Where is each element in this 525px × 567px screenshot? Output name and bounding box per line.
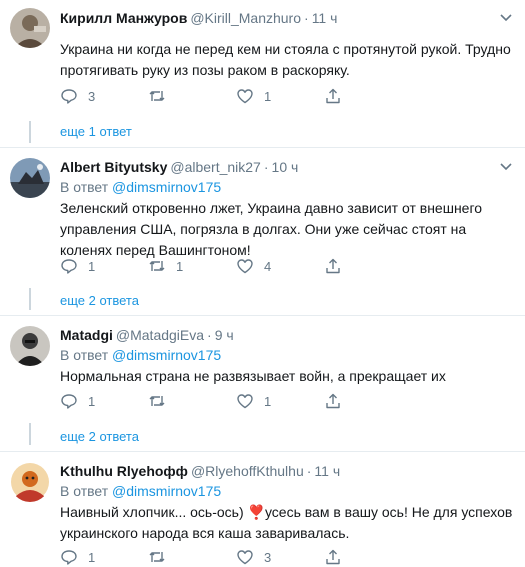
- reply-button[interactable]: 1: [60, 256, 95, 276]
- avatar[interactable]: [10, 8, 50, 48]
- separator-dot: ·: [306, 463, 312, 479]
- reply-count: 1: [88, 258, 96, 274]
- tweet-actions: 1 1: [60, 391, 360, 411]
- user-handle[interactable]: @MatadgiEva: [116, 327, 204, 343]
- retweet-icon: [149, 261, 165, 271]
- reply-icon: [61, 550, 77, 565]
- user-handle[interactable]: @albert_nik27: [170, 159, 261, 175]
- timestamp[interactable]: 10 ч: [272, 159, 299, 175]
- heart-icon: [237, 394, 253, 409]
- retweet-button[interactable]: 1: [148, 256, 183, 276]
- reply-context: В ответ @dimsmirnov175: [60, 346, 221, 364]
- tweet-header: Matadgi @MatadgiEva · 9 ч: [60, 326, 234, 344]
- separator-dot: ·: [263, 159, 269, 175]
- thread-line: [29, 423, 31, 445]
- timestamp[interactable]: 11 ч: [312, 10, 338, 26]
- user-handle[interactable]: @RlyehoffKthulhu: [191, 463, 304, 479]
- tweet-actions: 1 3: [60, 547, 360, 567]
- like-count: 3: [264, 549, 272, 565]
- reply-label: В ответ: [60, 347, 109, 363]
- chevron-down-icon[interactable]: [499, 159, 513, 173]
- tweet[interactable]: Albert Bityutsky @albert_nik27 · 10 ч В отв…: [0, 148, 525, 315]
- retweet-icon: [149, 91, 165, 101]
- reply-label: В ответ: [60, 483, 109, 499]
- heart-icon: [237, 550, 253, 565]
- tweet-text: Наивный хлопчик... ось-ось) ❣️усесь вам …: [60, 504, 513, 541]
- reply-count: 3: [88, 88, 96, 104]
- show-more-replies-link[interactable]: еще 2 ответа: [60, 293, 139, 309]
- reply-user-link[interactable]: @dimsmirnov175: [112, 483, 221, 499]
- share-button[interactable]: [324, 547, 342, 567]
- avatar[interactable]: [10, 462, 50, 502]
- like-count: 4: [264, 258, 272, 274]
- reply-count: 1: [88, 393, 96, 409]
- separator-dot: ·: [207, 327, 212, 343]
- tweet[interactable]: Кирилл Манжуров @Kirill_Manzhuro · 11 ч Укр…: [0, 0, 525, 147]
- display-name[interactable]: Kthulhu Rlyehoфф: [60, 463, 188, 479]
- replies-feed: Кирилл Манжуров @Kirill_Manzhuro · 11 ч Укр…: [0, 0, 525, 567]
- separator-dot: ·: [304, 10, 309, 26]
- user-handle[interactable]: @Kirill_Manzhuro: [190, 10, 301, 26]
- reply-icon: [61, 394, 77, 409]
- share-icon: [326, 393, 340, 409]
- thread-line: [29, 121, 31, 143]
- reply-label: В ответ: [60, 179, 109, 195]
- heart-icon: [237, 89, 253, 104]
- timestamp[interactable]: 11 ч: [314, 463, 340, 479]
- display-name[interactable]: Кирилл Манжуров: [60, 10, 187, 26]
- tweet-header: Albert Bityutsky @albert_nik27 · 10 ч: [60, 158, 298, 176]
- tweet-actions: 1 1 4: [60, 256, 360, 276]
- like-button[interactable]: 3: [236, 547, 271, 567]
- retweet-icon: [149, 552, 165, 562]
- avatar[interactable]: [10, 326, 50, 366]
- tweet[interactable]: Matadgi @MatadgiEva · 9 ч В ответ @dimsmirn…: [0, 316, 525, 451]
- display-name[interactable]: Matadgi: [60, 327, 113, 343]
- share-icon: [326, 258, 340, 274]
- reply-icon: [61, 259, 77, 274]
- tweet-text: Зеленский откровенно лжет, Украина давно…: [60, 200, 483, 258]
- like-button[interactable]: 4: [236, 256, 271, 276]
- avatar[interactable]: [10, 158, 50, 198]
- like-count: 1: [264, 393, 272, 409]
- thread-line: [29, 288, 31, 310]
- like-button[interactable]: 1: [236, 86, 271, 106]
- retweet-button[interactable]: [148, 547, 176, 567]
- reply-button[interactable]: 1: [60, 391, 95, 411]
- retweet-icon: [149, 396, 165, 406]
- retweet-count: 1: [176, 258, 184, 274]
- reply-icon: [61, 89, 77, 104]
- share-button[interactable]: [324, 86, 342, 106]
- reply-user-link[interactable]: @dimsmirnov175: [112, 347, 221, 363]
- like-count: 1: [264, 88, 272, 104]
- reply-button[interactable]: 3: [60, 86, 95, 106]
- share-button[interactable]: [324, 256, 342, 276]
- reply-user-link[interactable]: @dimsmirnov175: [112, 179, 221, 195]
- tweet-header: Kthulhu Rlyehoфф @RlyehoffKthulhu · 11 ч: [60, 462, 340, 480]
- like-button[interactable]: 1: [236, 391, 271, 411]
- reply-button[interactable]: 1: [60, 547, 95, 567]
- tweet[interactable]: Kthulhu Rlyehoфф @RlyehoffKthulhu · 11 ч В …: [0, 452, 525, 567]
- share-icon: [326, 88, 340, 104]
- tweet-actions: 3 1: [60, 86, 360, 106]
- tweet-header: Кирилл Манжуров @Kirill_Manzhuro · 11 ч: [60, 9, 337, 27]
- heart-icon: [237, 259, 253, 274]
- show-more-replies-link[interactable]: еще 2 ответа: [60, 429, 139, 445]
- tweet-text: Нормальная страна не развязывает войн, а…: [60, 368, 446, 384]
- retweet-button[interactable]: [148, 86, 176, 106]
- tweet-text: Украина ни когда не перед кем ни стояла …: [60, 41, 511, 78]
- show-more-replies-link[interactable]: еще 1 ответ: [60, 124, 132, 140]
- share-icon: [326, 549, 340, 565]
- display-name[interactable]: Albert Bityutsky: [60, 159, 167, 175]
- timestamp[interactable]: 9 ч: [215, 327, 234, 343]
- reply-count: 1: [88, 549, 96, 565]
- share-button[interactable]: [324, 391, 342, 411]
- retweet-button[interactable]: [148, 391, 176, 411]
- reply-context: В ответ @dimsmirnov175: [60, 178, 221, 196]
- chevron-down-icon[interactable]: [499, 10, 513, 24]
- reply-context: В ответ @dimsmirnov175: [60, 482, 221, 500]
